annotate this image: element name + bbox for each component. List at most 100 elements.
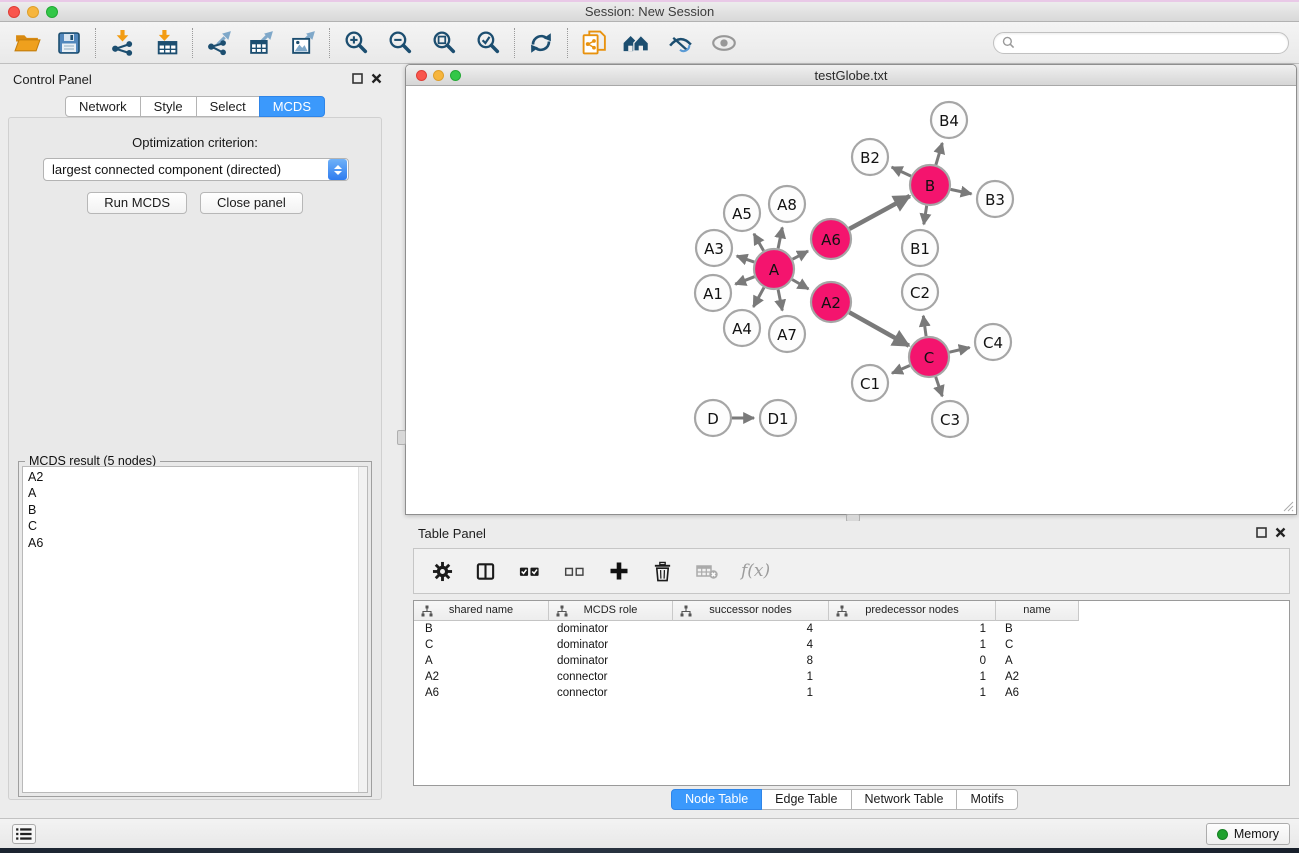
tab-motifs[interactable]: Motifs	[956, 789, 1017, 810]
import-network-button[interactable]	[105, 26, 139, 60]
zoom-selected-button[interactable]	[471, 26, 505, 60]
tab-style[interactable]: Style	[140, 96, 197, 117]
graph-edge-B-B1[interactable]	[924, 206, 927, 225]
graph-edge-A-A3[interactable]	[737, 256, 755, 262]
zoom-in-button[interactable]	[339, 26, 373, 60]
result-item[interactable]: A6	[28, 535, 362, 551]
tab-mcds[interactable]: MCDS	[259, 96, 325, 117]
network-canvas[interactable]: AA1A2A3A4A5A6A7A8BB1B2B3B4CC1C2C3C4DD1	[407, 87, 1295, 513]
graph-node-C2[interactable]: C2	[902, 274, 938, 310]
show-hide-graphics-button[interactable]	[707, 26, 741, 60]
close-panel-icon[interactable]	[371, 73, 382, 84]
graph-node-A7[interactable]: A7	[769, 316, 805, 352]
table-settings-button[interactable]	[432, 561, 453, 582]
table-row[interactable]: Bdominator41B	[414, 621, 1289, 637]
graph-edge-A-A4[interactable]	[753, 288, 764, 307]
open-file-button[interactable]	[10, 26, 44, 60]
graph-edge-C-C4[interactable]	[949, 348, 969, 353]
mcds-result-list[interactable]: A2ABCA6	[22, 466, 368, 793]
tab-network[interactable]: Network	[65, 96, 141, 117]
graph-node-A4[interactable]: A4	[724, 310, 760, 346]
zoom-out-button[interactable]	[383, 26, 417, 60]
result-item[interactable]: C	[28, 518, 362, 534]
delete-column-button[interactable]	[652, 561, 673, 582]
home-button[interactable]	[619, 26, 653, 60]
function-builder-button[interactable]: f(x)	[741, 561, 770, 581]
criterion-dropdown[interactable]: largest connected component (directed)	[43, 158, 349, 181]
graph-edge-A-A8[interactable]	[778, 228, 782, 249]
network-graph[interactable]: AA1A2A3A4A5A6A7A8BB1B2B3B4CC1C2C3C4DD1	[407, 87, 1295, 513]
graph-node-C4[interactable]: C4	[975, 324, 1011, 360]
task-history-button[interactable]	[12, 824, 36, 844]
float-panel-icon[interactable]	[352, 73, 363, 84]
float-table-panel-icon[interactable]	[1256, 527, 1267, 538]
graph-node-A6[interactable]: A6	[811, 219, 851, 259]
graph-edge-B-B3[interactable]	[951, 189, 972, 194]
close-panel-button[interactable]: Close panel	[200, 192, 303, 214]
table-row[interactable]: Adominator80A	[414, 653, 1289, 669]
run-mcds-button[interactable]: Run MCDS	[87, 192, 187, 214]
graph-node-A8[interactable]: A8	[769, 186, 805, 222]
result-scrollbar[interactable]	[358, 467, 367, 792]
tab-node-table[interactable]: Node Table	[671, 789, 762, 810]
graph-edge-C-C3[interactable]	[936, 377, 943, 396]
graph-node-C[interactable]: C	[909, 337, 949, 377]
show-column-button[interactable]	[475, 561, 496, 582]
graph-edge-A6-B[interactable]	[849, 196, 909, 229]
graph-node-B[interactable]: B	[910, 165, 950, 205]
graph-edge-A-A5[interactable]	[754, 234, 764, 251]
graph-edge-C-C1[interactable]	[892, 366, 910, 374]
graph-node-A5[interactable]: A5	[724, 195, 760, 231]
graph-edge-A-A1[interactable]	[735, 277, 754, 285]
import-table-button[interactable]	[149, 26, 183, 60]
export-table-button[interactable]	[244, 26, 278, 60]
table-row[interactable]: A6connector11A6	[414, 685, 1289, 701]
result-item[interactable]: A2	[28, 469, 362, 485]
select-all-columns-button[interactable]	[518, 560, 541, 583]
tab-edge-table[interactable]: Edge Table	[761, 789, 851, 810]
search-input[interactable]	[1020, 35, 1280, 51]
graph-node-C1[interactable]: C1	[852, 365, 888, 401]
result-item[interactable]: B	[28, 502, 362, 518]
graph-node-D[interactable]: D	[695, 400, 731, 436]
graph-edge-A2-C[interactable]	[849, 312, 909, 345]
deselect-all-columns-button[interactable]	[563, 560, 586, 583]
add-column-button[interactable]	[608, 560, 630, 582]
search-box[interactable]	[993, 32, 1289, 54]
graph-node-B1[interactable]: B1	[902, 230, 938, 266]
column-header-predecessor-nodes[interactable]: predecessor nodes	[829, 601, 996, 621]
graph-node-D1[interactable]: D1	[760, 400, 796, 436]
memory-button[interactable]: Memory	[1206, 823, 1290, 845]
table-row[interactable]: A2connector11A2	[414, 669, 1289, 685]
graph-node-C3[interactable]: C3	[932, 401, 968, 437]
network-window-titlebar[interactable]: testGlobe.txt	[406, 65, 1296, 86]
graph-node-A3[interactable]: A3	[696, 230, 732, 266]
graph-node-B2[interactable]: B2	[852, 139, 888, 175]
resize-grip-icon[interactable]	[1280, 498, 1294, 512]
column-header-MCDS-role[interactable]: MCDS role	[549, 601, 673, 621]
graph-node-A1[interactable]: A1	[695, 275, 731, 311]
birds-eye-view-button[interactable]	[663, 26, 697, 60]
refresh-button[interactable]	[524, 26, 558, 60]
table-row[interactable]: Cdominator41C	[414, 637, 1289, 653]
graph-edge-B-B2[interactable]	[892, 167, 911, 176]
zoom-fit-button[interactable]	[427, 26, 461, 60]
graph-node-B4[interactable]: B4	[931, 102, 967, 138]
column-header-successor-nodes[interactable]: successor nodes	[673, 601, 829, 621]
graph-edge-A-A6[interactable]	[793, 251, 808, 259]
graph-node-A[interactable]: A	[754, 249, 794, 289]
graph-node-B3[interactable]: B3	[977, 181, 1013, 217]
delete-table-button[interactable]	[695, 559, 719, 583]
tab-select[interactable]: Select	[196, 96, 260, 117]
result-item[interactable]: A	[28, 485, 362, 501]
panel-divider-handle[interactable]	[397, 430, 406, 445]
column-header-name[interactable]: name	[996, 601, 1079, 621]
graph-edge-C-C2[interactable]	[923, 316, 926, 336]
column-header-shared-name[interactable]: shared name	[414, 601, 549, 621]
close-table-panel-icon[interactable]	[1275, 527, 1286, 538]
open-session-file-button[interactable]	[577, 26, 611, 60]
graph-edge-B-B4[interactable]	[936, 143, 942, 165]
save-session-button[interactable]	[52, 26, 86, 60]
tab-network-table[interactable]: Network Table	[851, 789, 958, 810]
graph-edge-A-A2[interactable]	[792, 280, 808, 290]
